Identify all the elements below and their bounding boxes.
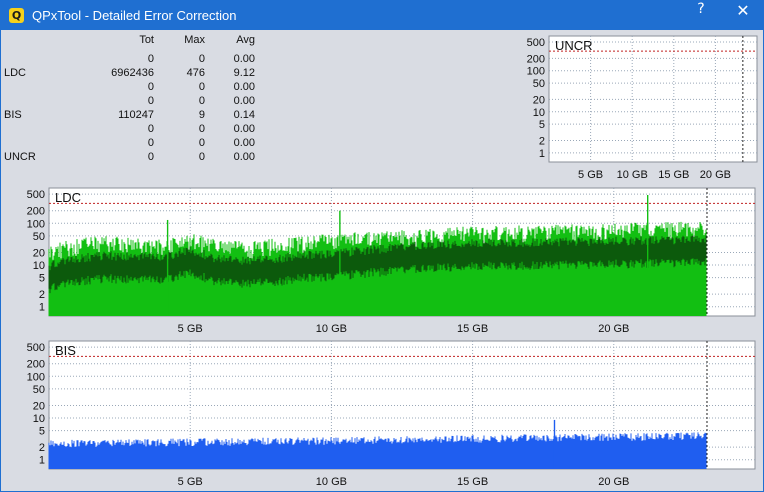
title-bar[interactable]: Q QPxTool - Detailed Error Correction ? …	[1, 1, 763, 30]
x-tick-label: 10 GB	[617, 169, 648, 181]
row-max: 0	[198, 95, 205, 107]
bis-chart: 5002001005020105215 GB 10 GB 15 GB 20 GBBIS	[27, 340, 756, 488]
y-tick-label: 200	[527, 53, 545, 65]
row-avg: 0.00	[233, 53, 255, 65]
y-tick-label: 2	[539, 136, 545, 148]
y-tick-label: 100	[527, 66, 545, 78]
row-avg: 0.00	[233, 123, 255, 135]
ldc-chart: 5002001005020105215 GB 10 GB 15 GB 20 GBLDC	[27, 187, 756, 335]
y-tick-label: 20	[533, 94, 545, 106]
x-tick-label: 15 GB	[457, 476, 488, 488]
x-tick-label: 5 GB	[178, 476, 203, 488]
row-max: 0	[198, 53, 205, 65]
x-tick-label: 20 GB	[700, 169, 731, 181]
close-button[interactable]: ✕	[725, 1, 761, 30]
y-tick-label: 1	[39, 302, 45, 314]
stats-table: Tot Max Avg 0 0 0.00 LDC 6962436 476 9.1…	[1, 32, 263, 163]
chart-title: LDC	[55, 190, 81, 205]
y-tick-label: 5	[39, 426, 45, 438]
x-tick-label: 5 GB	[178, 323, 203, 335]
y-tick-label: 20	[33, 247, 45, 259]
x-tick-label: 15 GB	[658, 169, 689, 181]
row-tot: 0	[147, 81, 154, 93]
row-tot: 6962436	[111, 67, 154, 79]
row-avg: 0.00	[233, 95, 255, 107]
row-label: BIS	[4, 109, 22, 121]
row-tot: 0	[147, 53, 154, 65]
app-logo-icon: Q	[9, 8, 24, 23]
stats-row: 0 0 0.00	[1, 123, 263, 137]
stats-row: 0 0 0.00	[1, 137, 263, 151]
qpxtool-window: Q QPxTool - Detailed Error Correction ? …	[0, 0, 764, 492]
y-tick-label: 200	[27, 359, 45, 371]
y-tick-label: 5	[39, 273, 45, 285]
y-tick-label: 200	[27, 206, 45, 218]
y-tick-label: 10	[33, 260, 45, 272]
chart-title: UNCR	[555, 38, 593, 53]
x-tick-label: 5 GB	[578, 169, 603, 181]
row-max: 0	[198, 137, 205, 149]
row-avg: 0.00	[233, 151, 255, 163]
row-tot: 0	[147, 137, 154, 149]
y-tick-label: 50	[33, 384, 45, 396]
row-tot: 110247	[118, 109, 154, 121]
row-avg: 0.00	[233, 81, 255, 93]
row-label: UNCR	[4, 151, 36, 163]
y-tick-label: 500	[27, 342, 45, 354]
y-tick-label: 2	[39, 289, 45, 301]
row-avg: 0.14	[233, 109, 255, 121]
row-tot: 0	[147, 151, 154, 163]
stats-row: 0 0 0.00	[1, 81, 263, 95]
y-tick-label: 1	[39, 455, 45, 467]
uncr-chart: 5002001005020105215 GB 10 GB 15 GB 20 GBUNC…	[527, 35, 758, 181]
row-max: 0	[198, 81, 205, 93]
y-tick-label: 100	[27, 218, 45, 230]
plot-area	[548, 35, 758, 163]
y-tick-label: 5	[539, 119, 545, 131]
header-tot: Tot	[139, 34, 154, 46]
x-tick-label: 20 GB	[598, 323, 629, 335]
x-tick-label: 10 GB	[316, 476, 347, 488]
row-avg: 0.00	[233, 137, 255, 149]
y-tick-label: 500	[27, 189, 45, 201]
y-tick-label: 10	[33, 413, 45, 425]
header-max: Max	[184, 34, 205, 46]
row-max: 9	[198, 109, 205, 121]
stats-row: LDC 6962436 476 9.12	[1, 67, 263, 81]
header-avg: Avg	[236, 34, 255, 46]
x-tick-label: 15 GB	[457, 323, 488, 335]
row-avg: 9.12	[233, 67, 255, 79]
stats-row: BIS 110247 9 0.14	[1, 109, 263, 123]
y-tick-label: 10	[533, 107, 545, 119]
y-tick-label: 500	[527, 37, 545, 49]
x-tick-label: 20 GB	[598, 476, 629, 488]
row-label: LDC	[4, 67, 27, 79]
y-tick-label: 50	[33, 231, 45, 243]
row-tot: 0	[147, 123, 154, 135]
stats-row: 0 0 0.00	[1, 53, 263, 67]
y-tick-label: 50	[533, 78, 545, 90]
row-max: 0	[198, 123, 205, 135]
stats-row: 0 0 0.00	[1, 95, 263, 109]
y-tick-label: 20	[33, 400, 45, 412]
row-max: 0	[198, 151, 205, 163]
chart-title: BIS	[55, 343, 76, 358]
row-max: 476	[186, 67, 205, 79]
y-tick-label: 2	[39, 442, 45, 454]
stats-row: UNCR 0 0 0.00	[1, 151, 263, 165]
help-button[interactable]: ?	[683, 1, 719, 30]
window-title: QPxTool - Detailed Error Correction	[32, 8, 237, 23]
row-tot: 0	[147, 95, 154, 107]
x-tick-label: 10 GB	[316, 323, 347, 335]
y-tick-label: 1	[539, 148, 545, 160]
y-tick-label: 100	[27, 371, 45, 383]
